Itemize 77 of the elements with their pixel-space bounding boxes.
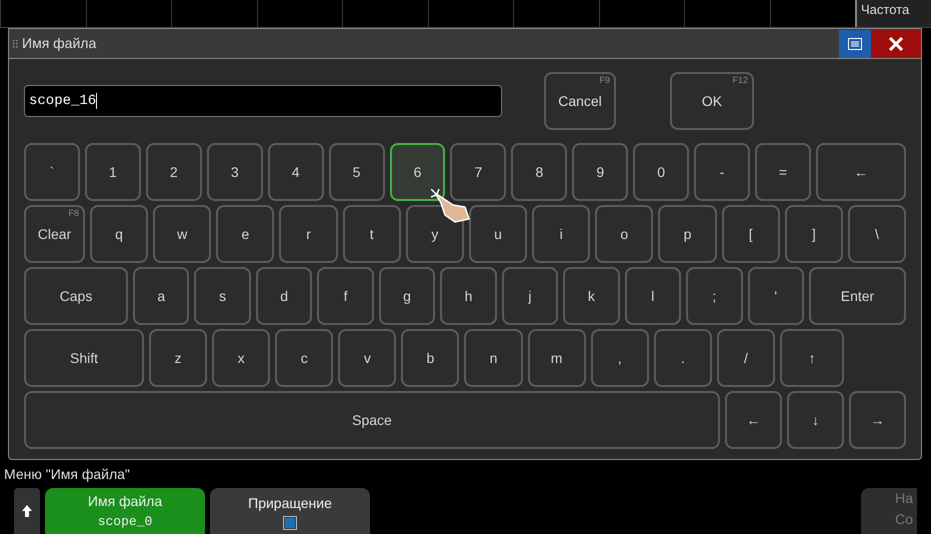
keyboard-key[interactable]: i xyxy=(532,205,590,263)
key-hint: F12 xyxy=(732,74,748,87)
keyboard-key[interactable]: 5 xyxy=(328,143,385,201)
close-button[interactable] xyxy=(871,30,921,58)
keyboard-key[interactable]: a xyxy=(133,267,190,325)
keyboard-key[interactable]: ; xyxy=(686,267,743,325)
softkey-value: scope_0 xyxy=(98,512,152,531)
keyboard-key[interactable]: w xyxy=(153,205,212,263)
keyboard-key[interactable]: → xyxy=(849,391,906,449)
keyboard-key[interactable]: 6 xyxy=(390,143,446,201)
keyboard-key[interactable]: / xyxy=(716,329,775,387)
keyboard-key[interactable]: Space xyxy=(24,391,720,449)
close-icon xyxy=(889,36,903,50)
keyboard-key[interactable]: ↓ xyxy=(787,391,844,449)
keyboard-key[interactable]: n xyxy=(464,329,523,387)
keyboard-key[interactable]: r xyxy=(279,205,338,263)
keyboard-key[interactable]: Caps xyxy=(24,267,128,325)
keyboard-key[interactable]: 2 xyxy=(146,143,202,201)
keyboard-key[interactable]: 3 xyxy=(206,143,263,201)
keyboard-key[interactable]: z xyxy=(149,329,208,387)
keyboard-key[interactable]: 0 xyxy=(633,143,690,201)
keyboard-key[interactable]: \ xyxy=(848,205,906,263)
keyboard-key[interactable]: o xyxy=(595,205,654,263)
keyboard-key[interactable]: Enter xyxy=(808,267,906,325)
softkey[interactable]: Приращение xyxy=(210,488,370,534)
keyboard-key[interactable]: g xyxy=(378,267,436,325)
keyboard-key[interactable]: ] xyxy=(784,205,843,263)
keyboard-key[interactable]: p xyxy=(658,205,717,263)
keyboard-key[interactable]: d xyxy=(256,267,312,325)
key-hint: F9 xyxy=(599,74,610,87)
dialog-button[interactable]: F9 Cancel xyxy=(544,72,616,130)
keyboard-key[interactable]: 9 xyxy=(572,143,628,201)
keyboard-key[interactable]: = xyxy=(755,143,811,201)
frequency-label: Частота xyxy=(855,0,931,27)
filename-field[interactable]: scope_16 xyxy=(24,85,502,117)
keyboard-key[interactable]: l xyxy=(624,267,682,325)
keyboard-key[interactable]: ' xyxy=(748,267,804,325)
keyboard-key[interactable]: y xyxy=(406,205,464,263)
up-arrow-button[interactable] xyxy=(14,488,40,534)
keyboard-key[interactable]: F8 Clear xyxy=(24,205,85,263)
menu-icon[interactable] xyxy=(839,30,871,58)
tapping-hand-icon xyxy=(431,189,472,223)
keyboard-key[interactable]: . xyxy=(654,329,712,387)
keyboard-key[interactable]: k xyxy=(563,267,620,325)
dialog-button[interactable]: F12 OK xyxy=(670,72,754,130)
keyboard-key[interactable]: h xyxy=(440,267,497,325)
keyboard-key[interactable]: c xyxy=(275,329,334,387)
keyboard-key[interactable]: ← xyxy=(725,391,782,449)
grip-icon xyxy=(13,40,18,48)
keyboard-key[interactable]: ` xyxy=(24,143,80,201)
keyboard-key[interactable]: 8 xyxy=(511,143,568,201)
keyboard-key[interactable]: b xyxy=(401,329,460,387)
keyboard-key[interactable]: v xyxy=(338,329,396,387)
keyboard-key[interactable]: t xyxy=(342,205,401,263)
key-hint: F8 xyxy=(68,207,79,220)
softkey[interactable]: Имя файла scope_0 xyxy=(45,488,205,534)
keyboard-key[interactable]: s xyxy=(194,267,251,325)
keyboard-key[interactable]: u xyxy=(468,205,528,263)
keyboard-key[interactable]: x xyxy=(212,329,270,387)
keyboard-key[interactable]: 4 xyxy=(268,143,324,201)
keyboard-key[interactable]: [ xyxy=(722,205,780,263)
keyboard-key[interactable]: 1 xyxy=(84,143,141,201)
keyboard-key[interactable]: 7 xyxy=(450,143,506,201)
keyboard-key[interactable]: ↑ xyxy=(780,329,844,387)
keyboard-key[interactable]: f xyxy=(317,267,374,325)
up-arrow-icon xyxy=(22,505,32,517)
keyboard-key[interactable]: - xyxy=(694,143,750,201)
dialog-title: Имя файла xyxy=(22,34,98,53)
keyboard-key[interactable]: j xyxy=(502,267,558,325)
keyboard-key[interactable]: Shift xyxy=(24,329,144,387)
keyboard-key[interactable]: m xyxy=(528,329,586,387)
keyboard-key[interactable]: q xyxy=(90,205,148,263)
checkbox[interactable] xyxy=(283,516,297,530)
keyboard-key[interactable]: , xyxy=(590,329,649,387)
keyboard-key[interactable]: ← xyxy=(816,143,906,201)
keyboard-key[interactable]: e xyxy=(216,205,274,263)
menu-title: Меню "Имя файла" xyxy=(3,465,131,484)
